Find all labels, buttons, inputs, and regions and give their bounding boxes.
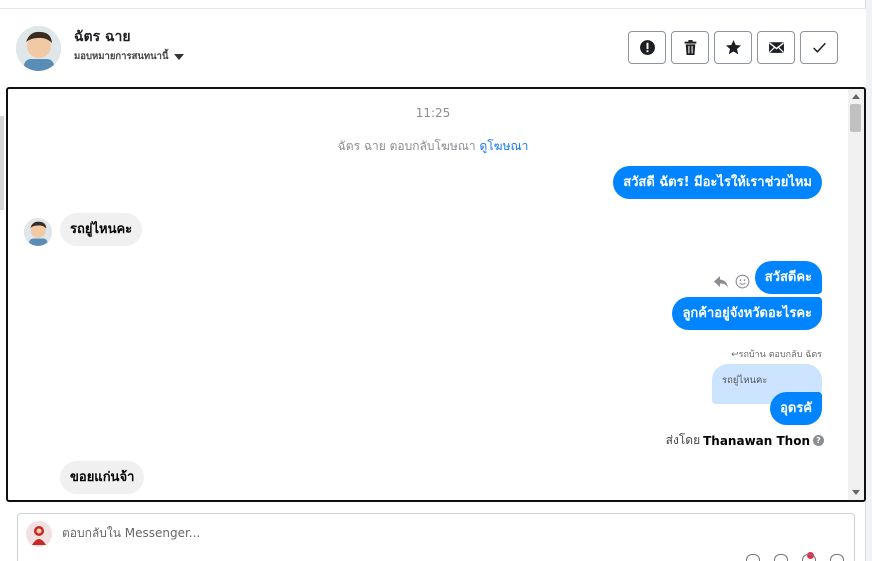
message-bubble-incoming[interactable]: ขอยแก่นจ้า xyxy=(60,461,145,494)
composer-tools xyxy=(746,554,844,561)
ad-reply-text: ฉัตร ฉาย ตอบกลับโฆษณา xyxy=(337,139,476,153)
scroll-up-arrow[interactable] xyxy=(852,94,860,99)
inbox-panel: ฉัตร ฉาย มอบหมายการสนทนานี้ 11:25 ฉัตร ฉ… xyxy=(0,0,866,561)
ad-reply-notice: ฉัตร ฉาย ตอบกลับโฆษณา ดูโฆษณา xyxy=(8,137,858,156)
attachment-icon[interactable] xyxy=(746,554,760,561)
message-bubble-incoming[interactable]: รถยู่ไหนคะ xyxy=(60,213,143,246)
reply-composer xyxy=(17,513,855,561)
sender-name: Thanawan Thon xyxy=(703,433,810,448)
view-ad-link[interactable]: ดูโฆษณา xyxy=(479,139,528,153)
reply-indicator: ↩รถบ้าน ตอบกลับ ฉัตร xyxy=(731,350,822,360)
avatar[interactable] xyxy=(16,26,61,71)
trash-icon xyxy=(684,40,696,55)
tag-icon[interactable] xyxy=(830,554,844,561)
message-bubble-outgoing[interactable]: สวัสดี ฉัตร! มีอะไรให้เราช่วยไหม xyxy=(613,166,822,199)
assign-label: มอบหมายการสนทนานี้ xyxy=(74,51,169,62)
page-avatar xyxy=(26,521,52,547)
message-bubble-outgoing[interactable]: สวัสดีคะ xyxy=(754,261,822,294)
scrollbar[interactable] xyxy=(848,89,864,500)
delete-button[interactable] xyxy=(671,31,709,64)
contact-name[interactable]: ฉัตร ฉาย xyxy=(74,26,131,48)
message-bubble-outgoing[interactable]: ลูกค้าอยู่จังหวัดอะไรคะ xyxy=(672,297,822,330)
reply-small-icon: ↩ xyxy=(731,350,739,360)
check-icon xyxy=(812,42,826,53)
star-icon xyxy=(725,40,741,55)
mark-spam-button[interactable] xyxy=(628,31,666,64)
caret-down-icon xyxy=(173,53,184,60)
info-icon[interactable]: ? xyxy=(813,435,824,446)
emoji-icon[interactable] xyxy=(802,554,816,561)
message-bubble-outgoing[interactable]: อุดรคั xyxy=(770,392,822,425)
reply-input[interactable] xyxy=(62,526,662,540)
mark-done-button[interactable] xyxy=(800,31,838,64)
envelope-icon xyxy=(768,42,784,53)
conversation-actions xyxy=(628,31,838,64)
conversation-header: ฉัตร ฉาย มอบหมายการสนทนานี้ xyxy=(0,9,866,87)
scroll-down-arrow[interactable] xyxy=(852,490,860,495)
timestamp: 11:25 xyxy=(415,106,451,120)
image-icon[interactable] xyxy=(774,554,788,561)
assign-conversation-dropdown[interactable]: มอบหมายการสนทนานี้ xyxy=(74,49,184,64)
message-thread[interactable]: 11:25 ฉัตร ฉาย ตอบกลับโฆษณา ดูโฆษณา สวัส… xyxy=(6,87,866,502)
mark-unread-button[interactable] xyxy=(757,31,795,64)
alert-icon xyxy=(639,40,655,55)
scrollbar-thumb[interactable] xyxy=(850,104,861,132)
react-icon[interactable] xyxy=(735,274,750,289)
star-button[interactable] xyxy=(714,31,752,64)
message-actions xyxy=(713,274,750,289)
sent-by-info: ส่งโดย Thanawan Thon ? xyxy=(666,431,824,450)
reply-icon[interactable] xyxy=(713,275,729,289)
sender-avatar xyxy=(24,218,52,246)
side-strip xyxy=(0,116,4,210)
